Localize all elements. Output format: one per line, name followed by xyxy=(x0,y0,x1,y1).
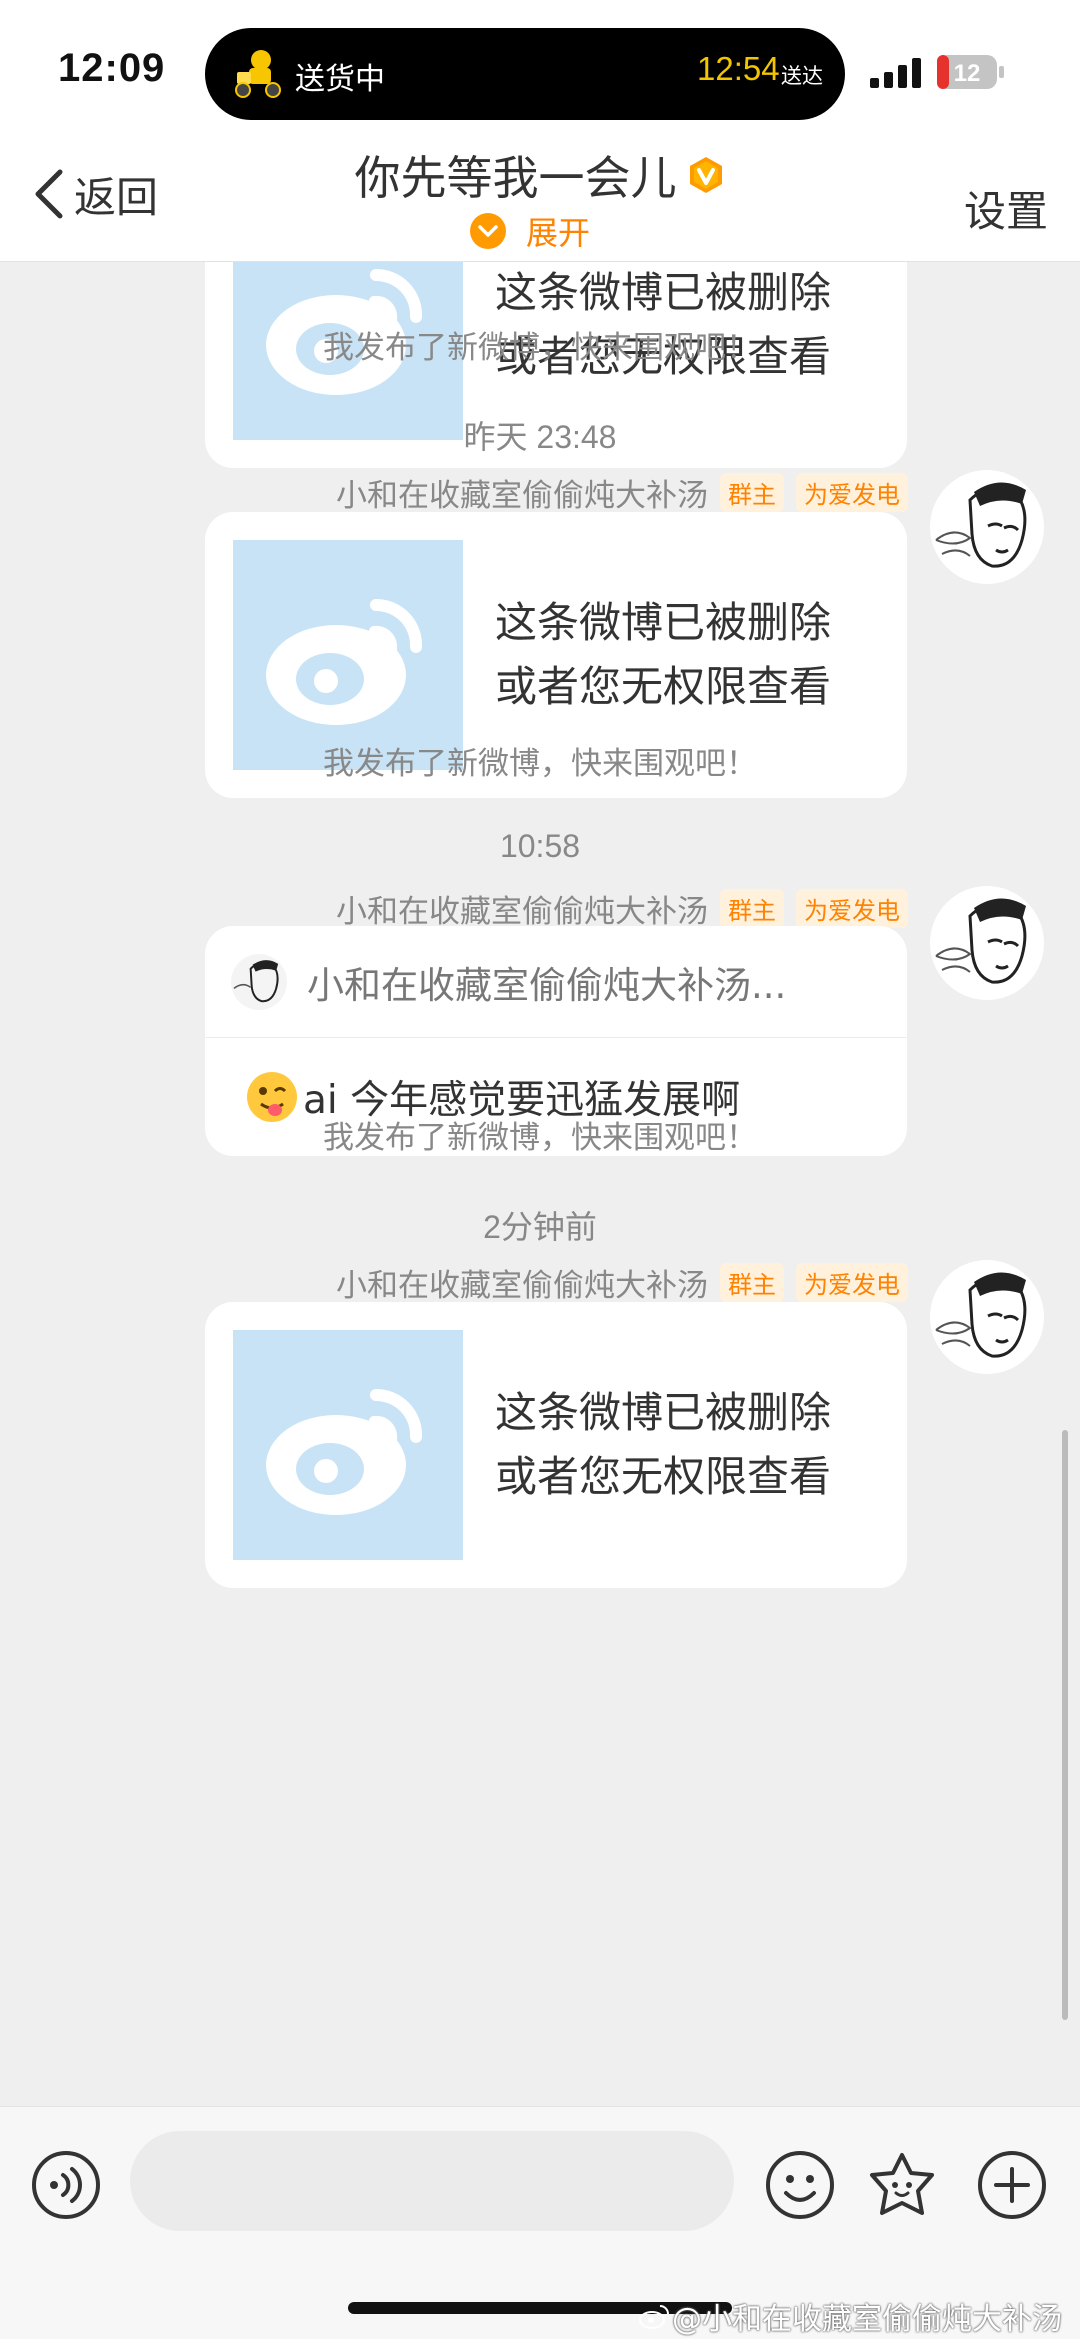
card-text: 这条微博已被删除 或者您无权限查看 xyxy=(495,1330,831,1560)
avatar[interactable] xyxy=(930,886,1044,1000)
card-text-line2: 或者您无权限查看 xyxy=(495,1452,832,1501)
sender-row: 小和在收藏室偷偷炖大补汤 群主 为爱发电 xyxy=(336,886,908,931)
delivery-eta: 12:54 xyxy=(697,50,780,87)
card-text: 这条微博已被删除 或者您无权限查看 xyxy=(495,540,831,770)
timestamp: 昨天 23:48 xyxy=(463,419,617,455)
page-title: 你先等我一会儿 xyxy=(354,151,677,205)
avatar[interactable] xyxy=(930,470,1044,584)
card-text-line1: 这条微博已被删除 xyxy=(495,1388,832,1437)
admin-badge: 群主 xyxy=(720,889,784,928)
fan-badge: 为爱发电 xyxy=(796,889,908,928)
quote-header[interactable]: 小和在收藏室偷偷炖大补汤... xyxy=(205,926,907,1038)
expand-button[interactable]: 展开 xyxy=(470,208,590,254)
card-text-line1: 这条微博已被删除 xyxy=(495,598,832,647)
weibo-card-message[interactable]: 这条微博已被删除 或者您无权限查看 xyxy=(205,1302,907,1588)
watermark-text: @小和在收藏室偷偷炖大补汤 xyxy=(672,2302,1062,2337)
timestamp: 10:58 xyxy=(499,828,581,864)
sender-name: 小和在收藏室偷偷炖大补汤 xyxy=(336,1268,708,1304)
fan-badge: 为爱发电 xyxy=(796,1263,908,1302)
sender-row: 小和在收藏室偷偷炖大补汤 群主 为爱发电 xyxy=(336,470,908,515)
fan-badge: 为爱发电 xyxy=(796,473,908,512)
dynamic-island[interactable]: 送货中 12:54 送达 xyxy=(205,28,845,120)
delivery-eta-suffix: 送达 xyxy=(781,64,823,88)
sender-name: 小和在收藏室偷偷炖大补汤 xyxy=(336,478,708,514)
voice-icon xyxy=(32,2151,100,2219)
mini-avatar xyxy=(231,953,287,1010)
delivery-status: 送货中 xyxy=(295,62,385,97)
add-button[interactable] xyxy=(976,2149,1048,2221)
rider-icon xyxy=(235,50,281,98)
expand-chevron-icon xyxy=(470,213,506,249)
status-time: 12:09 xyxy=(58,46,166,90)
settings-button[interactable]: 设置 xyxy=(964,178,1048,239)
status-bar: 12:09 送货中 12:54 送达 12 xyxy=(0,0,1080,140)
message-input[interactable] xyxy=(130,2131,734,2231)
battery-level: 12 xyxy=(954,60,981,87)
quote-author: 小和在收藏室偷偷炖大补汤... xyxy=(307,963,787,1007)
expand-label: 展开 xyxy=(526,214,591,252)
sender-name: 小和在收藏室偷偷炖大补汤 xyxy=(336,894,708,930)
plus-icon xyxy=(978,2151,1046,2219)
avatar[interactable] xyxy=(930,1260,1044,1374)
sender-row: 小和在收藏室偷偷炖大补汤 群主 为爱发电 xyxy=(336,1260,908,1305)
timestamp: 2分钟前 xyxy=(483,1209,597,1245)
signal-icon xyxy=(870,58,921,88)
system-message: 我发布了新微博，快来围观吧！ xyxy=(323,746,757,782)
sticker-button[interactable] xyxy=(866,2149,938,2221)
title-wrap: 你先等我一会儿 xyxy=(0,142,1080,208)
system-message: 我发布了新微博，快来围观吧！ xyxy=(323,330,757,366)
weibo-logo-icon xyxy=(233,1330,463,1560)
sticker-icon xyxy=(870,2153,934,2215)
card-text-line2: 或者您无权限查看 xyxy=(495,662,832,711)
smile-icon xyxy=(766,2151,834,2219)
card-text-line1: 这条微博已被删除 xyxy=(495,268,832,317)
weibo-watermark-icon xyxy=(639,2305,669,2329)
emoji-button[interactable] xyxy=(764,2149,836,2221)
chat-header: 返回 你先等我一会儿 展开 设置 xyxy=(0,140,1080,262)
battery-icon: 12 xyxy=(936,54,1006,90)
admin-badge: 群主 xyxy=(720,473,784,512)
chat-list[interactable]: 这条微博已被删除 或者您无权限查看 我发布了新微博，快来围观吧！ 昨天 23:4… xyxy=(0,262,1080,2106)
weibo-logo-icon xyxy=(233,540,463,770)
voice-button[interactable] xyxy=(30,2149,102,2221)
scrollbar[interactable] xyxy=(1062,1430,1068,2020)
verified-badge-icon xyxy=(689,157,722,193)
watermark: @小和在收藏室偷偷炖大补汤 xyxy=(638,2294,1062,2338)
admin-badge: 群主 xyxy=(720,1263,784,1302)
system-message: 我发布了新微博，快来围观吧！ xyxy=(323,1120,757,1156)
